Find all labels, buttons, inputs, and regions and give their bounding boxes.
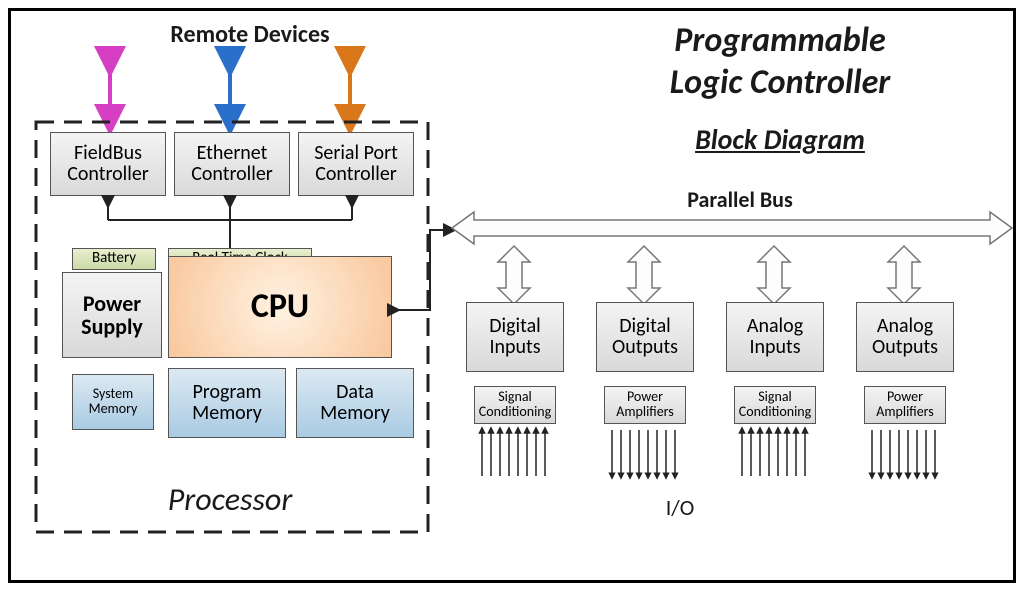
data-memory-box: Data Memory [296, 368, 414, 438]
program-memory-label: Program Memory [173, 382, 281, 424]
analog-outputs-label: Analog Outputs [861, 316, 949, 358]
power-supply-box: Power Supply [62, 272, 162, 358]
cpu-bus-arrow [390, 220, 460, 320]
ethernet-controller-label: Ethernet Controller [179, 143, 285, 185]
system-memory-label: System Memory [77, 387, 149, 416]
analog-inputs-box: Analog Inputs [726, 302, 824, 372]
serial-controller-label: Serial Port Controller [303, 143, 409, 185]
power-amp-2-box: Power Amplifiers [864, 386, 946, 424]
data-memory-label: Data Memory [301, 382, 409, 424]
program-memory-box: Program Memory [168, 368, 286, 438]
parallel-bus-arrow [452, 208, 1012, 248]
signal-cond-2-box: Signal Conditioning [734, 386, 816, 424]
battery-box: Battery [72, 248, 156, 270]
title-line2: Logic Controller [560, 62, 1000, 103]
signal-cond-1-label: Signal Conditioning [479, 390, 551, 419]
io-signal-arrows [460, 424, 980, 484]
power-amp-2-label: Power Amplifiers [869, 390, 941, 419]
subtitle: Block Diagram [620, 122, 940, 157]
digital-outputs-box: Digital Outputs [596, 302, 694, 372]
fieldbus-controller-label: FieldBus Controller [55, 143, 161, 185]
signal-cond-2-label: Signal Conditioning [739, 390, 811, 419]
signal-cond-1-box: Signal Conditioning [474, 386, 556, 424]
digital-inputs-box: Digital Inputs [466, 302, 564, 372]
digital-inputs-label: Digital Inputs [471, 316, 559, 358]
power-supply-label: Power Supply [67, 292, 157, 338]
power-amp-1-label: Power Amplifiers [609, 390, 681, 419]
serial-controller-box: Serial Port Controller [298, 132, 414, 196]
processor-label: Processor [120, 480, 340, 519]
bus-io-arrows [460, 246, 1010, 304]
title-line1: Programmable [560, 20, 1000, 61]
cpu-box: CPU [168, 256, 392, 358]
system-memory-box: System Memory [72, 374, 154, 430]
ethernet-controller-box: Ethernet Controller [174, 132, 290, 196]
analog-outputs-box: Analog Outputs [856, 302, 954, 372]
fieldbus-controller-box: FieldBus Controller [50, 132, 166, 196]
power-amp-1-box: Power Amplifiers [604, 386, 686, 424]
digital-outputs-label: Digital Outputs [601, 316, 689, 358]
battery-label: Battery [92, 251, 136, 267]
remote-devices-label: Remote Devices [120, 20, 380, 49]
cpu-label: CPU [251, 289, 309, 325]
analog-inputs-label: Analog Inputs [731, 316, 819, 358]
io-label: I/O [640, 494, 720, 521]
